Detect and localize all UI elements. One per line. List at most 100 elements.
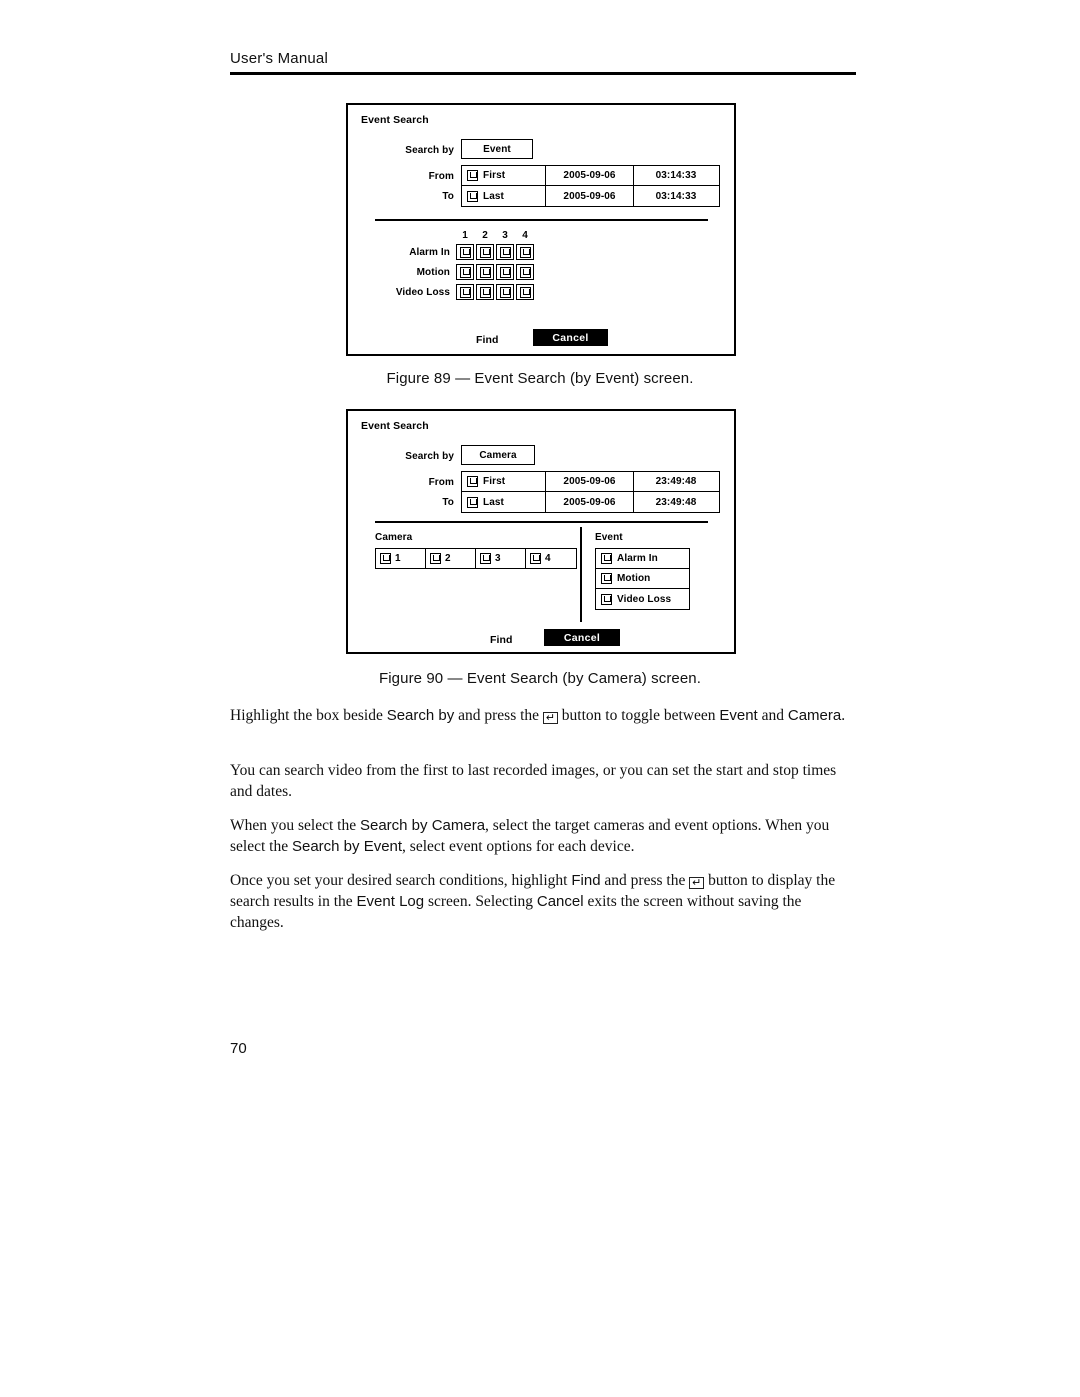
to-label: To <box>442 191 454 202</box>
checkbox-icon <box>459 286 471 298</box>
checkbox-icon <box>499 286 511 298</box>
checkbox-icon <box>601 553 612 564</box>
p1-text-4: and <box>757 707 788 724</box>
camera-panel-title: Camera <box>375 532 413 543</box>
cancel-button[interactable]: Cancel <box>544 629 620 646</box>
checkbox-icon <box>499 246 511 258</box>
to-last-cell[interactable]: Last <box>462 186 546 206</box>
checkbox-icon <box>519 286 531 298</box>
matrix-row-label-video-loss: Video Loss <box>395 287 450 298</box>
camera-label-2: 2 <box>445 553 451 564</box>
camera-checkbox-4[interactable]: 4 <box>526 549 576 568</box>
to-last-checkbox-icon[interactable] <box>467 496 478 508</box>
matrix-checkbox-motion-1[interactable] <box>456 264 474 280</box>
from-time-field[interactable]: 23:49:48 <box>634 472 718 491</box>
from-date-field[interactable]: 2005-09-06 <box>546 166 634 185</box>
from-date-field[interactable]: 2005-09-06 <box>546 472 634 491</box>
checkbox-icon <box>530 553 541 564</box>
p1-ui-camera: Camera <box>787 707 842 724</box>
to-date-field[interactable]: 2005-09-06 <box>546 492 634 512</box>
page-number: 70 <box>230 1040 247 1057</box>
from-first-cell[interactable]: First <box>462 166 546 185</box>
matrix-checkbox-motion-2[interactable] <box>476 264 494 280</box>
header-divider-rule <box>230 72 856 75</box>
matrix-row-label-alarm-in: Alarm In <box>409 247 450 258</box>
to-last-cell[interactable]: Last <box>462 492 546 512</box>
from-label: From <box>428 477 454 488</box>
matrix-checkbox-alarmin-2[interactable] <box>476 244 494 260</box>
matrix-checkbox-videoloss-2[interactable] <box>476 284 494 300</box>
to-range-row: Last 2005-09-06 23:49:48 <box>462 492 719 512</box>
find-button[interactable]: Find <box>476 334 499 346</box>
p4-text-2: and press the <box>600 872 690 889</box>
to-last-label: Last <box>483 496 504 508</box>
to-time-field[interactable]: 03:14:33 <box>634 186 718 206</box>
from-first-checkbox-icon[interactable] <box>467 170 478 181</box>
camera-checkbox-1[interactable]: 1 <box>376 549 426 568</box>
checkbox-icon <box>499 266 511 278</box>
to-last-checkbox-icon[interactable] <box>467 190 478 202</box>
from-first-checkbox-icon[interactable] <box>467 476 478 487</box>
from-time-field[interactable]: 03:14:33 <box>634 166 718 185</box>
figure-90-caption: Figure 90 — Event Search (by Camera) scr… <box>378 670 702 687</box>
search-by-select[interactable]: Event <box>461 139 533 159</box>
search-by-label: Search by <box>405 145 454 156</box>
p1-text-3: button to toggle between <box>557 707 720 724</box>
matrix-col-header-2: 2 <box>482 230 488 241</box>
from-first-cell[interactable]: First <box>462 472 546 491</box>
matrix-checkbox-videoloss-3[interactable] <box>496 284 514 300</box>
cancel-button[interactable]: Cancel <box>533 329 608 346</box>
p1-text-1: Highlight the box beside <box>230 707 387 724</box>
p4-ui-event-log: Event Log <box>356 893 425 910</box>
event-label-video-loss: Video Loss <box>617 593 672 605</box>
matrix-checkbox-videoloss-1[interactable] <box>456 284 474 300</box>
event-checkbox-alarm-in[interactable]: Alarm In <box>596 549 689 569</box>
camera-checkbox-3[interactable]: 3 <box>476 549 526 568</box>
p4-text-1: Once you set your desired search conditi… <box>230 872 572 889</box>
camera-label-1: 1 <box>395 553 401 564</box>
checkbox-icon <box>519 246 531 258</box>
to-time-field[interactable]: 23:49:48 <box>634 492 718 512</box>
dialog-section-divider <box>375 521 708 523</box>
p3-text-1: When you select the <box>230 817 360 834</box>
p1-ui-search-by: Search by <box>386 707 455 724</box>
event-label-motion: Motion <box>617 573 651 584</box>
matrix-checkbox-videoloss-4[interactable] <box>516 284 534 300</box>
page-header-title: User's Manual <box>230 50 328 67</box>
event-search-by-event-dialog: Event Search Search by Event From First … <box>346 103 736 356</box>
p1-text-5: . <box>841 707 846 724</box>
time-range-grid: First 2005-09-06 23:49:48 Last 2005-09-0… <box>461 471 720 513</box>
matrix-col-header-4: 4 <box>522 230 528 241</box>
p2-text-1: You can search video from the first to l… <box>230 762 837 800</box>
event-panel-title: Event <box>595 532 623 543</box>
checkbox-icon <box>459 266 471 278</box>
search-by-select[interactable]: Camera <box>461 445 535 465</box>
matrix-checkbox-alarmin-3[interactable] <box>496 244 514 260</box>
matrix-checkbox-motion-3[interactable] <box>496 264 514 280</box>
checkbox-icon <box>430 553 441 564</box>
dialog-title: Event Search <box>361 420 429 432</box>
camera-label-4: 4 <box>545 553 551 564</box>
checkbox-icon <box>479 266 491 278</box>
enter-key-icon: ↵ <box>689 877 705 889</box>
matrix-checkbox-alarmin-1[interactable] <box>456 244 474 260</box>
to-last-label: Last <box>483 190 504 202</box>
search-by-label: Search by <box>405 451 454 462</box>
p4-text-4: screen. Selecting <box>424 893 537 910</box>
from-first-label: First <box>483 476 506 487</box>
checkbox-icon <box>479 246 491 258</box>
event-checkbox-motion[interactable]: Motion <box>596 569 689 589</box>
p3-ui-search-by-event: Search by Event <box>291 838 403 855</box>
matrix-checkbox-motion-4[interactable] <box>516 264 534 280</box>
panel-vertical-separator <box>580 527 582 622</box>
matrix-checkbox-alarmin-4[interactable] <box>516 244 534 260</box>
event-checkbox-video-loss[interactable]: Video Loss <box>596 589 689 609</box>
find-button[interactable]: Find <box>490 634 513 646</box>
paragraph-find-cancel: Once you set your desired search conditi… <box>230 870 856 933</box>
p4-ui-cancel: Cancel <box>536 893 584 910</box>
camera-checkbox-2[interactable]: 2 <box>426 549 476 568</box>
to-date-field[interactable]: 2005-09-06 <box>546 186 634 206</box>
checkbox-icon <box>601 573 612 584</box>
p3-ui-search-by-camera: Search by Camera <box>359 817 486 834</box>
checkbox-icon <box>380 553 391 564</box>
